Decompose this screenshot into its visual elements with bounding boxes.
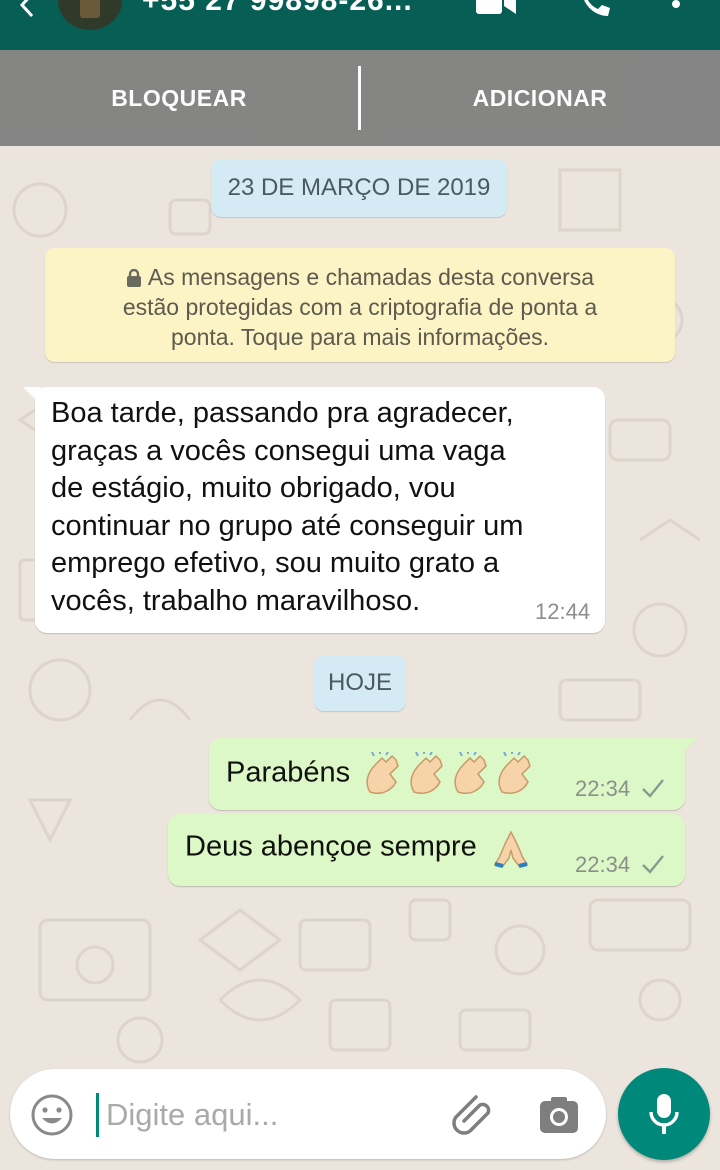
outgoing-message-bubble[interactable]: Parabéns 22:34: [209, 738, 697, 810]
lock-icon: [126, 269, 141, 287]
attachment-icon[interactable]: [450, 1091, 496, 1137]
single-check-icon: [642, 779, 664, 798]
message-line: continuar no grupo até conseguir um: [51, 509, 524, 542]
message-text: Boa tarde, passando pra agradecer, graça…: [51, 395, 523, 620]
clapping-hands-icon: [410, 752, 444, 794]
message-line: Boa tarde, passando pra agradecer,: [51, 397, 514, 429]
unknown-contact-action-bar: BLOQUEAR ADICIONAR: [0, 50, 720, 146]
message-line: graças a vocês consegui uma vaga: [51, 434, 506, 467]
block-button[interactable]: BLOQUEAR: [0, 50, 358, 146]
message-time: 22:34: [575, 852, 631, 877]
date-chip-today: HOJE: [314, 655, 406, 711]
message-text: Parabéns: [226, 752, 534, 796]
message-input[interactable]: [106, 1089, 426, 1141]
contact-avatar[interactable]: [58, 0, 122, 30]
message-time: 12:44: [535, 599, 591, 624]
folded-hands-icon: [493, 830, 529, 868]
add-contact-button[interactable]: ADICIONAR: [361, 50, 719, 146]
message-composer: [10, 1069, 606, 1159]
incoming-message-bubble[interactable]: Boa tarde, passando pra agradecer, graça…: [23, 387, 605, 633]
date-chip: 23 DE MARÇO DE 2019: [211, 159, 507, 217]
back-arrow-icon[interactable]: [14, 0, 40, 18]
emoji-icon[interactable]: [30, 1093, 74, 1137]
message-time: 22:34: [575, 776, 631, 801]
more-options-icon[interactable]: [664, 0, 688, 14]
message-text: Deus abençoe sempre: [185, 828, 531, 868]
encryption-notice[interactable]: As mensagens e chamadas desta conversa e…: [45, 248, 675, 362]
chat-header: +55 27 99898-26...: [0, 0, 720, 50]
voice-message-button[interactable]: [618, 1068, 710, 1160]
phone-call-icon[interactable]: [578, 0, 612, 18]
notice-text-line: estão protegidas com a criptografia de p…: [122, 294, 598, 320]
message-line: Parabéns: [226, 756, 351, 789]
microphone-icon: [649, 1094, 679, 1134]
message-line: Deus abençoe sempre: [185, 830, 477, 863]
video-call-icon[interactable]: [476, 0, 516, 16]
clapping-hands-icon: [366, 752, 400, 794]
text-caret: [96, 1093, 99, 1137]
message-line: emprego efetivo, sou muito grato a: [51, 547, 500, 579]
camera-icon[interactable]: [538, 1095, 580, 1135]
clapping-hands-icon: [498, 752, 532, 794]
single-check-icon: [642, 855, 664, 874]
outgoing-message-bubble[interactable]: Deus abençoe sempre 22:34: [168, 814, 685, 886]
clapping-hands-icon: [454, 752, 488, 794]
message-line: de estágio, muito obrigado, vou: [51, 472, 456, 504]
bubble-tail: [23, 387, 41, 405]
bubble-tail: [679, 738, 697, 756]
notice-text-line: ponta. Toque para mais informações.: [170, 324, 550, 350]
message-line: vocês, trabalho maravilhoso.: [51, 584, 421, 617]
contact-name[interactable]: +55 27 99898-26...: [142, 0, 413, 18]
notice-text-line: As mensagens e chamadas desta conversa: [147, 264, 595, 290]
notice-line: As mensagens e chamadas desta conversa: [65, 262, 655, 292]
